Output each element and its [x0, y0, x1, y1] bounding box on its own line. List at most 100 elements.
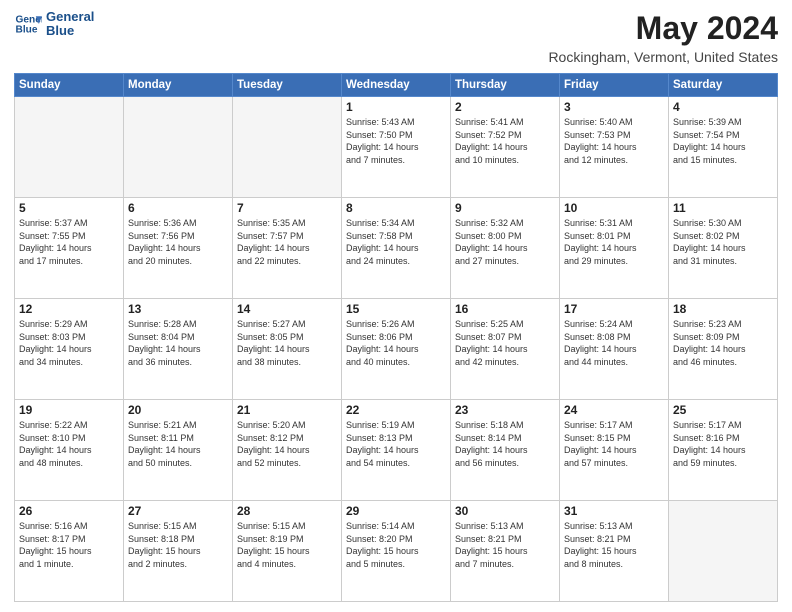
calendar-dow-thursday: Thursday: [451, 74, 560, 97]
day-info: Sunrise: 5:17 AM Sunset: 8:15 PM Dayligh…: [564, 419, 664, 469]
day-number: 11: [673, 201, 773, 215]
day-number: 15: [346, 302, 446, 316]
main-title: May 2024: [548, 10, 778, 47]
day-number: 4: [673, 100, 773, 114]
page: General Blue General Blue May 2024 Rocki…: [0, 0, 792, 612]
day-info: Sunrise: 5:35 AM Sunset: 7:57 PM Dayligh…: [237, 217, 337, 267]
calendar-cell-4-5: 31Sunrise: 5:13 AM Sunset: 8:21 PM Dayli…: [560, 501, 669, 602]
calendar-cell-4-4: 30 Sunrise: 5:13 AM Sunset: 8:21 PM Dayli…: [451, 501, 560, 602]
day-number: 18: [673, 302, 773, 316]
calendar-cell-3-3: 22Sunrise: 5:19 AM Sunset: 8:13 PM Dayli…: [342, 400, 451, 501]
day-info: Sunrise: 5:13 AM Sunset: 8:21 PM Dayligh…: [455, 520, 555, 570]
logo-line2: Blue: [46, 24, 94, 38]
calendar-week-3: 19 Sunrise: 5:22 AM Sunset: 8:10 PM Dayli…: [15, 400, 778, 501]
calendar-cell-1-2: 7 Sunrise: 5:35 AM Sunset: 7:57 PM Daylig…: [233, 198, 342, 299]
calendar-week-4: 26 Sunrise: 5:16 AM Sunset: 8:17 PM Dayli…: [15, 501, 778, 602]
logo-line1: General: [46, 10, 94, 24]
calendar-cell-3-4: 23 Sunrise: 5:18 AM Sunset: 8:14 PM Dayli…: [451, 400, 560, 501]
day-number: 14: [237, 302, 337, 316]
day-info: Sunrise: 5:25 AM Sunset: 8:07 PM Dayligh…: [455, 318, 555, 368]
calendar-cell-3-6: 25Sunrise: 5:17 AM Sunset: 8:16 PM Dayli…: [669, 400, 778, 501]
calendar-cell-4-2: 28 Sunrise: 5:15 AM Sunset: 8:19 PM Dayli…: [233, 501, 342, 602]
title-area: May 2024 Rockingham, Vermont, United Sta…: [548, 10, 778, 65]
calendar-cell-3-5: 24 Sunrise: 5:17 AM Sunset: 8:15 PM Dayli…: [560, 400, 669, 501]
day-number: 28: [237, 504, 337, 518]
calendar-cell-0-4: 2 Sunrise: 5:41 AM Sunset: 7:52 PM Daylig…: [451, 97, 560, 198]
day-info: Sunrise: 5:29 AM Sunset: 8:03 PM Dayligh…: [19, 318, 119, 368]
day-number: 24: [564, 403, 664, 417]
day-info: Sunrise: 5:24 AM Sunset: 8:08 PM Dayligh…: [564, 318, 664, 368]
calendar-cell-0-0: [15, 97, 124, 198]
day-number: 21: [237, 403, 337, 417]
calendar-week-0: 1 Sunrise: 5:43 AM Sunset: 7:50 PM Daylig…: [15, 97, 778, 198]
day-info: Sunrise: 5:20 AM Sunset: 8:12 PM Dayligh…: [237, 419, 337, 469]
day-number: 30: [455, 504, 555, 518]
day-info: Sunrise: 5:18 AM Sunset: 8:14 PM Dayligh…: [455, 419, 555, 469]
calendar-cell-4-6: [669, 501, 778, 602]
day-number: 5: [19, 201, 119, 215]
day-number: 31: [564, 504, 664, 518]
calendar-cell-2-6: 18 Sunrise: 5:23 AM Sunset: 8:09 PM Dayli…: [669, 299, 778, 400]
calendar-cell-1-3: 8 Sunrise: 5:34 AM Sunset: 7:58 PM Daylig…: [342, 198, 451, 299]
calendar-cell-2-5: 17 Sunrise: 5:24 AM Sunset: 8:08 PM Dayli…: [560, 299, 669, 400]
day-info: Sunrise: 5:31 AM Sunset: 8:01 PM Dayligh…: [564, 217, 664, 267]
day-number: 20: [128, 403, 228, 417]
svg-text:Blue: Blue: [16, 25, 38, 36]
day-info: Sunrise: 5:15 AM Sunset: 8:19 PM Dayligh…: [237, 520, 337, 570]
day-info: Sunrise: 5:27 AM Sunset: 8:05 PM Dayligh…: [237, 318, 337, 368]
day-number: 29: [346, 504, 446, 518]
calendar-dow-monday: Monday: [124, 74, 233, 97]
calendar-dow-sunday: Sunday: [15, 74, 124, 97]
calendar-cell-0-1: [124, 97, 233, 198]
calendar-cell-4-0: 26 Sunrise: 5:16 AM Sunset: 8:17 PM Dayli…: [15, 501, 124, 602]
logo: General Blue General Blue: [14, 10, 94, 39]
day-number: 25: [673, 403, 773, 417]
calendar-cell-1-6: 11Sunrise: 5:30 AM Sunset: 8:02 PM Dayli…: [669, 198, 778, 299]
day-number: 19: [19, 403, 119, 417]
day-info: Sunrise: 5:26 AM Sunset: 8:06 PM Dayligh…: [346, 318, 446, 368]
day-info: Sunrise: 5:14 AM Sunset: 8:20 PM Dayligh…: [346, 520, 446, 570]
day-number: 23: [455, 403, 555, 417]
day-number: 13: [128, 302, 228, 316]
calendar-dow-saturday: Saturday: [669, 74, 778, 97]
calendar-cell-4-1: 27Sunrise: 5:15 AM Sunset: 8:18 PM Dayli…: [124, 501, 233, 602]
day-info: Sunrise: 5:28 AM Sunset: 8:04 PM Dayligh…: [128, 318, 228, 368]
day-number: 17: [564, 302, 664, 316]
day-number: 6: [128, 201, 228, 215]
day-info: Sunrise: 5:34 AM Sunset: 7:58 PM Dayligh…: [346, 217, 446, 267]
calendar-cell-1-4: 9Sunrise: 5:32 AM Sunset: 8:00 PM Daylig…: [451, 198, 560, 299]
day-info: Sunrise: 5:40 AM Sunset: 7:53 PM Dayligh…: [564, 116, 664, 166]
calendar-dow-tuesday: Tuesday: [233, 74, 342, 97]
calendar-cell-0-2: [233, 97, 342, 198]
day-info: Sunrise: 5:39 AM Sunset: 7:54 PM Dayligh…: [673, 116, 773, 166]
calendar-cell-3-2: 21 Sunrise: 5:20 AM Sunset: 8:12 PM Dayli…: [233, 400, 342, 501]
day-info: Sunrise: 5:43 AM Sunset: 7:50 PM Dayligh…: [346, 116, 446, 166]
calendar-cell-0-5: 3 Sunrise: 5:40 AM Sunset: 7:53 PM Daylig…: [560, 97, 669, 198]
calendar-cell-2-0: 12Sunrise: 5:29 AM Sunset: 8:03 PM Dayli…: [15, 299, 124, 400]
calendar-header-row: SundayMondayTuesdayWednesdayThursdayFrid…: [15, 74, 778, 97]
calendar-dow-friday: Friday: [560, 74, 669, 97]
day-info: Sunrise: 5:23 AM Sunset: 8:09 PM Dayligh…: [673, 318, 773, 368]
day-number: 3: [564, 100, 664, 114]
day-number: 26: [19, 504, 119, 518]
calendar-cell-0-3: 1 Sunrise: 5:43 AM Sunset: 7:50 PM Daylig…: [342, 97, 451, 198]
logo-icon: General Blue: [14, 10, 42, 38]
calendar-cell-2-1: 13 Sunrise: 5:28 AM Sunset: 8:04 PM Dayli…: [124, 299, 233, 400]
day-info: Sunrise: 5:15 AM Sunset: 8:18 PM Dayligh…: [128, 520, 228, 570]
day-info: Sunrise: 5:36 AM Sunset: 7:56 PM Dayligh…: [128, 217, 228, 267]
calendar-cell-3-1: 20 Sunrise: 5:21 AM Sunset: 8:11 PM Dayli…: [124, 400, 233, 501]
day-info: Sunrise: 5:16 AM Sunset: 8:17 PM Dayligh…: [19, 520, 119, 570]
day-number: 10: [564, 201, 664, 215]
calendar-cell-0-6: 4 Sunrise: 5:39 AM Sunset: 7:54 PM Daylig…: [669, 97, 778, 198]
calendar-cell-1-1: 6 Sunrise: 5:36 AM Sunset: 7:56 PM Daylig…: [124, 198, 233, 299]
day-number: 7: [237, 201, 337, 215]
day-number: 2: [455, 100, 555, 114]
day-info: Sunrise: 5:22 AM Sunset: 8:10 PM Dayligh…: [19, 419, 119, 469]
calendar-dow-wednesday: Wednesday: [342, 74, 451, 97]
day-number: 8: [346, 201, 446, 215]
day-info: Sunrise: 5:41 AM Sunset: 7:52 PM Dayligh…: [455, 116, 555, 166]
day-info: Sunrise: 5:21 AM Sunset: 8:11 PM Dayligh…: [128, 419, 228, 469]
subtitle: Rockingham, Vermont, United States: [548, 49, 778, 65]
calendar-cell-3-0: 19 Sunrise: 5:22 AM Sunset: 8:10 PM Dayli…: [15, 400, 124, 501]
day-number: 1: [346, 100, 446, 114]
